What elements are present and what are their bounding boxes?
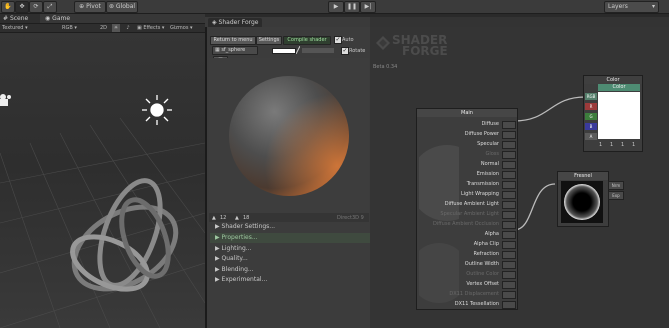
- main-input-port[interactable]: [502, 241, 516, 249]
- main-input-port[interactable]: [502, 231, 516, 239]
- main-input-label: Refraction: [473, 251, 499, 257]
- main-input-label: Diffuse Ambient Light: [444, 201, 499, 207]
- main-input-label: Vertex Offset: [466, 281, 499, 287]
- main-input-label: Outline Width: [464, 261, 499, 267]
- color-value-b[interactable]: 1: [621, 142, 624, 148]
- color-node[interactable]: Color Color RGB R G B A 1 1 1 1: [583, 75, 643, 152]
- color-output-g[interactable]: G: [585, 113, 597, 120]
- main-input-label: Outline Color: [466, 271, 499, 277]
- main-input-label: Specular: [477, 141, 499, 147]
- main-input-port[interactable]: [502, 221, 516, 229]
- color-swatch[interactable]: [598, 92, 640, 139]
- color-output-r[interactable]: R: [585, 103, 597, 110]
- color-output-rgb[interactable]: RGB: [585, 93, 597, 100]
- main-input-port[interactable]: [502, 151, 516, 159]
- main-input-label: DX11 Displacement: [449, 291, 499, 297]
- main-node[interactable]: Main Diffuse Diffuse Power Specular Gloss No…: [416, 108, 518, 310]
- main-input-label: Alpha: [484, 231, 499, 237]
- main-input-label: Alpha Clip: [473, 241, 499, 247]
- main-input-port[interactable]: [502, 211, 516, 219]
- main-input-label: Emission: [476, 171, 499, 177]
- color-value-a[interactable]: 1: [632, 142, 635, 148]
- main-input-label: Transmission: [466, 181, 499, 187]
- main-input-port[interactable]: [502, 251, 516, 259]
- main-input-label: Specular Ambient Light: [440, 211, 499, 217]
- main-input-label: Gloss: [485, 151, 499, 157]
- wire-fresnel-to-alpha: [513, 183, 556, 231]
- fresnel-node-title: Fresnel: [558, 172, 608, 180]
- main-input-label: Diffuse: [481, 121, 499, 127]
- node-connections: [513, 96, 586, 231]
- color-node-title: Color: [584, 76, 642, 84]
- main-input-port[interactable]: [502, 191, 516, 199]
- main-input-port[interactable]: [502, 121, 516, 129]
- color-value-g[interactable]: 1: [610, 142, 613, 148]
- fresnel-input-exp[interactable]: Exp: [608, 191, 624, 200]
- main-input-port[interactable]: [502, 301, 516, 309]
- main-input-port[interactable]: [502, 201, 516, 209]
- main-input-port[interactable]: [502, 281, 516, 289]
- main-input-label: Diffuse Power: [464, 131, 499, 137]
- main-input-label: Normal: [480, 161, 499, 167]
- main-input-port[interactable]: [502, 161, 516, 169]
- color-node-subtitle: Color: [598, 84, 640, 91]
- main-input-port[interactable]: [502, 141, 516, 149]
- main-input-port[interactable]: [502, 131, 516, 139]
- main-input-port[interactable]: [502, 181, 516, 189]
- main-input-port[interactable]: [502, 171, 516, 179]
- fresnel-node[interactable]: Fresnel Nrm Exp: [557, 171, 624, 227]
- main-input-label: Diffuse Ambient Occlusion: [433, 221, 499, 227]
- color-value-r[interactable]: 1: [599, 142, 602, 148]
- main-input-port[interactable]: [502, 271, 516, 279]
- color-output-b[interactable]: B: [585, 123, 597, 130]
- fresnel-preview: [561, 181, 603, 223]
- wire-color-to-diffuse: [513, 96, 586, 122]
- main-input-port[interactable]: [502, 291, 516, 299]
- main-input-label: DX11 Tessellation: [454, 301, 499, 307]
- main-input-port[interactable]: [502, 261, 516, 269]
- main-input-label: Light Wrapping: [461, 191, 499, 197]
- color-output-a[interactable]: A: [585, 133, 597, 140]
- fresnel-input-nrm[interactable]: Nrm: [608, 181, 624, 190]
- main-node-title: Main: [417, 109, 517, 117]
